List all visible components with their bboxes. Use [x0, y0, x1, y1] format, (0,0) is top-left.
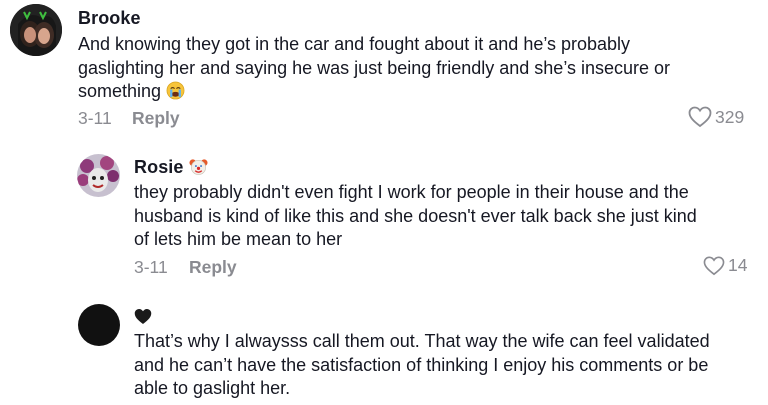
username[interactable] — [134, 306, 152, 330]
heart-icon — [703, 256, 725, 276]
avatar[interactable] — [10, 4, 62, 56]
comment-text: That’s why I alwaysss call them out. Tha… — [134, 330, 759, 401]
reply-button[interactable]: Reply — [189, 257, 237, 278]
comment-text: And knowing they got in the car and foug… — [78, 33, 758, 107]
comment-date: 3-11 — [78, 108, 112, 128]
comment-text-line: able to gaslight her. — [134, 378, 291, 398]
like-count: 329 — [715, 106, 745, 127]
comment-text-line: something — [78, 80, 758, 107]
comment-date: 3-11 — [134, 257, 168, 277]
username[interactable]: Rosie — [134, 157, 208, 181]
comment-text-line: and he can’t have the satisfaction of th… — [134, 354, 709, 375]
like-count: 14 — [728, 255, 748, 275]
comment-text-line: of lets him be mean to her — [134, 229, 343, 249]
black-heart-icon — [134, 308, 152, 330]
avatar[interactable] — [78, 304, 120, 346]
username[interactable]: Brooke — [78, 8, 141, 29]
comment-text-line: And knowing they got in the car and foug… — [78, 34, 631, 54]
comment-text-line: husband is kind of like this and she doe… — [134, 205, 697, 226]
comment-text-line: That’s why I alwaysss call them out. Tha… — [134, 331, 710, 351]
comment-text-line: they probably didn't even fight I work f… — [134, 182, 689, 202]
comment-text-line: gaslighting her and saying he was just b… — [78, 57, 671, 78]
like-button[interactable]: 14 — [703, 255, 747, 276]
crying-face-icon — [166, 81, 185, 107]
reply-button[interactable]: Reply — [132, 108, 180, 129]
heart-icon — [688, 106, 712, 128]
avatar[interactable] — [77, 154, 120, 197]
comment-text: they probably didn't even fight I work f… — [134, 181, 759, 252]
like-button[interactable]: 329 — [688, 106, 744, 128]
clown-face-icon — [189, 157, 208, 181]
